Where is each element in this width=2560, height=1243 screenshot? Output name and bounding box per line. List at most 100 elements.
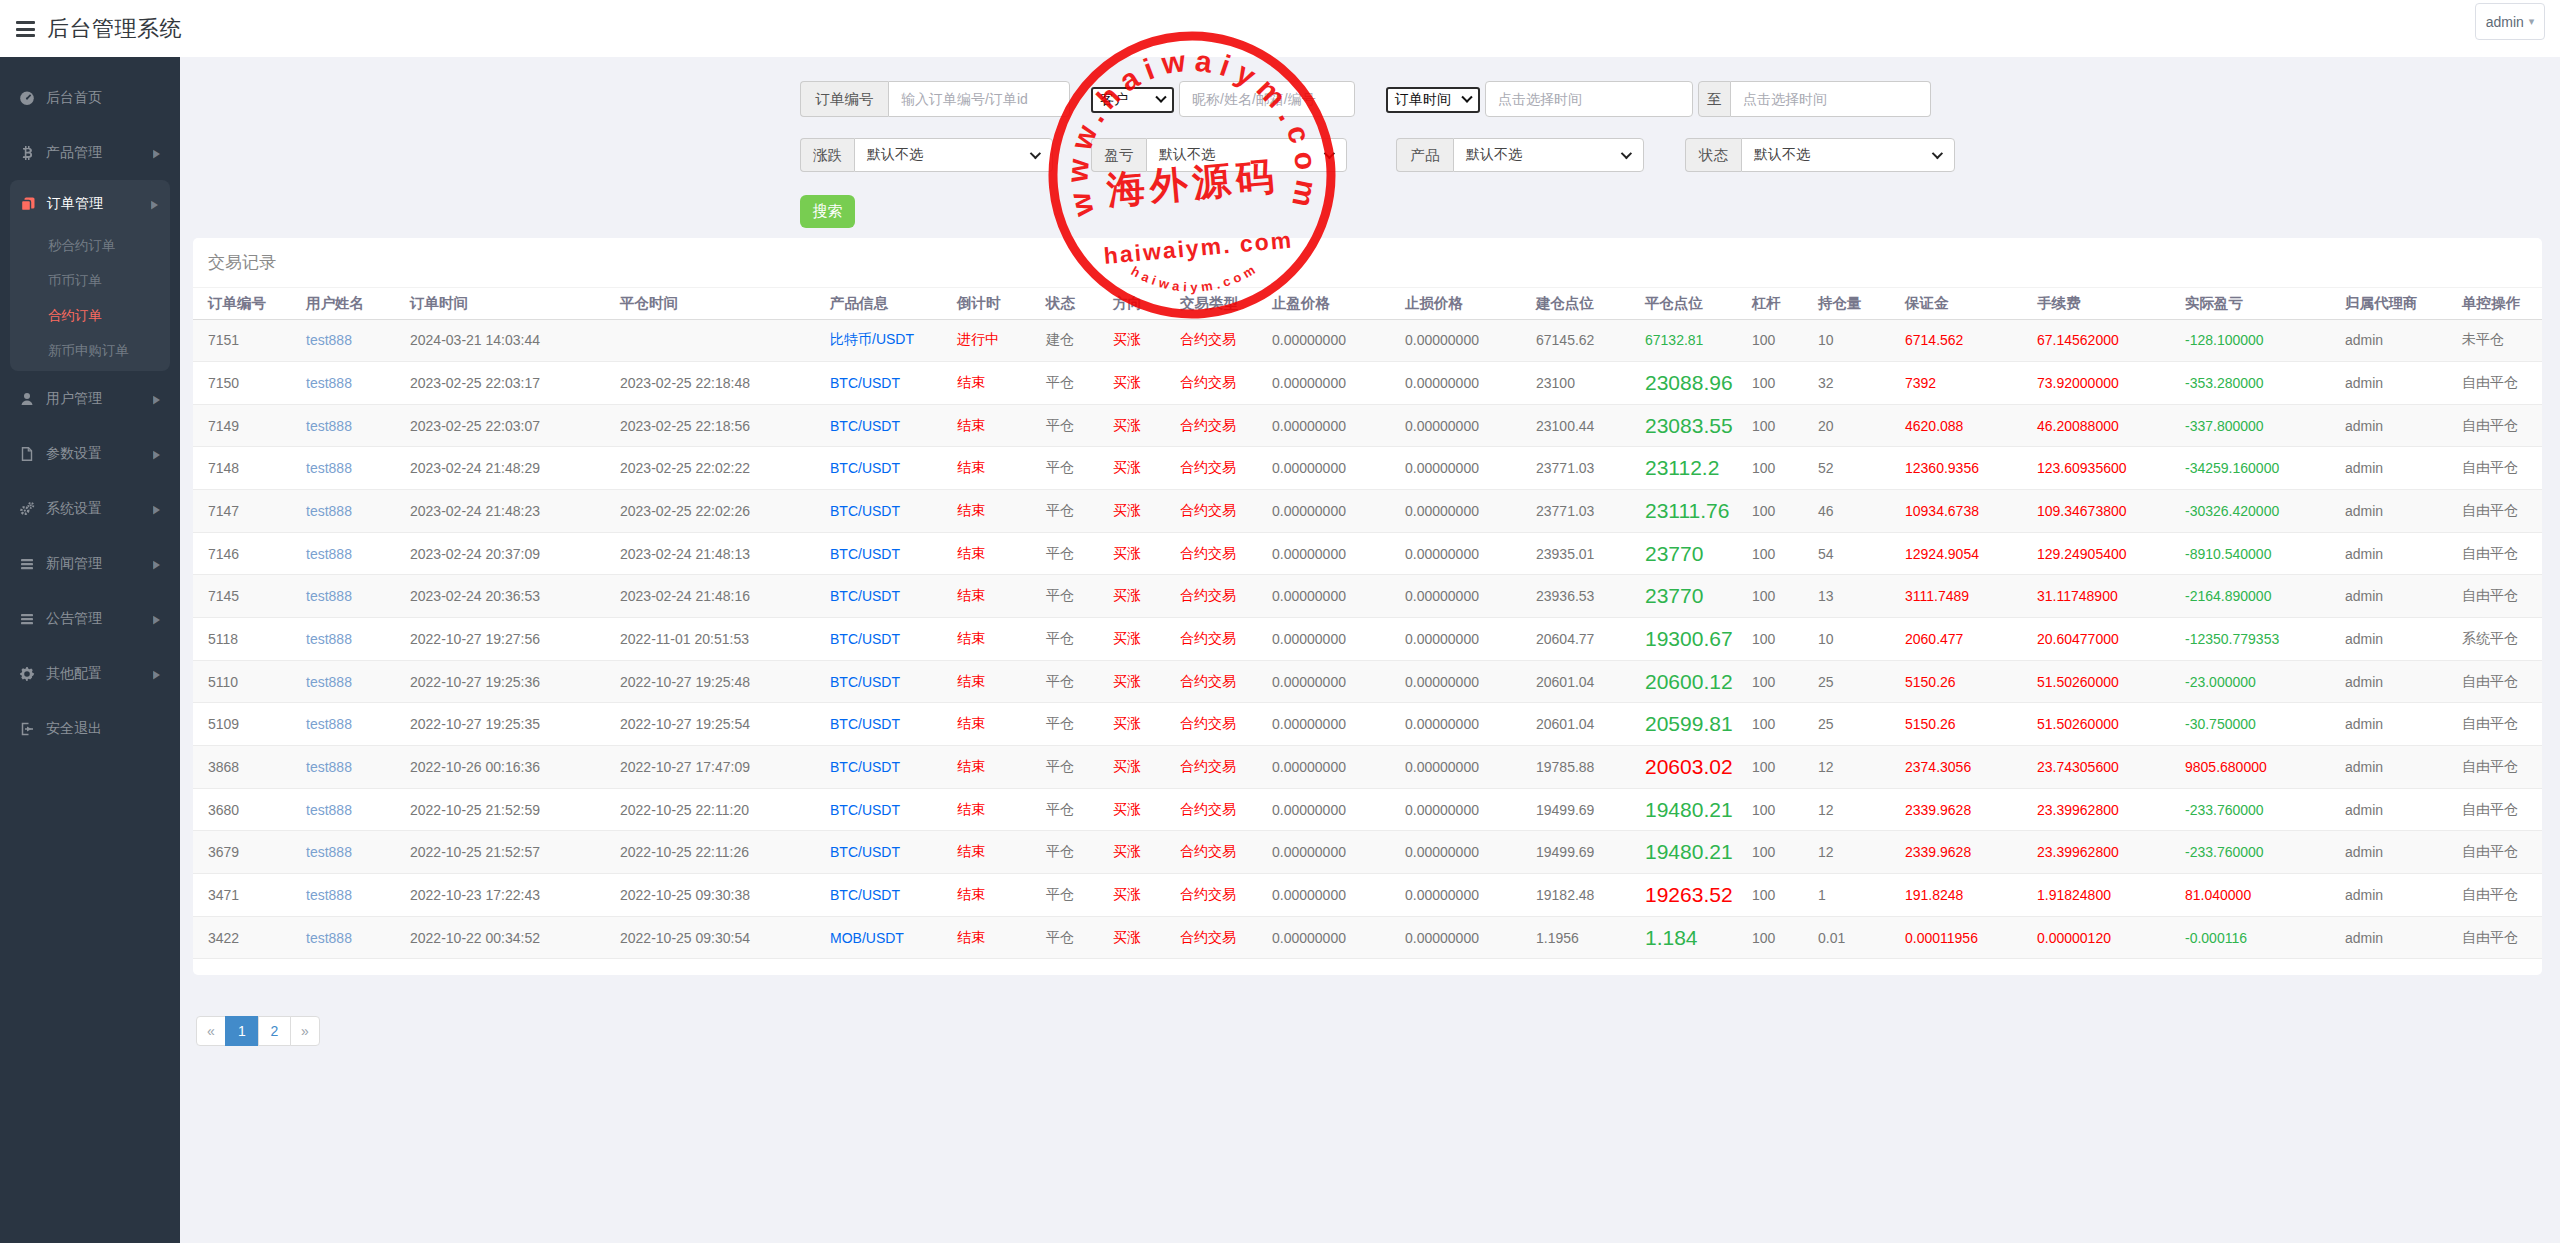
cell-product[interactable]: BTC/USDT — [815, 618, 942, 661]
cell-product[interactable]: MOB/USDT — [815, 916, 942, 959]
cell-user[interactable]: test888 — [291, 874, 395, 917]
cell-product[interactable]: BTC/USDT — [815, 447, 942, 490]
cell-user[interactable]: test888 — [291, 788, 395, 831]
cell-fee: 51.50260000 — [2022, 660, 2170, 703]
page-2[interactable]: 2 — [258, 1016, 291, 1046]
cell-fee: 23.74305600 — [2022, 746, 2170, 789]
cell-sl: 0.00000000 — [1390, 447, 1521, 490]
cell-open: 23100 — [1521, 362, 1630, 405]
customer-select[interactable]: 客户 ▼ — [1091, 87, 1174, 113]
customer-keyword-input[interactable] — [1179, 81, 1355, 117]
page-prev[interactable]: « — [196, 1016, 226, 1046]
cell-user[interactable]: test888 — [291, 362, 395, 405]
cell-id: 3868 — [193, 746, 291, 789]
column-header: 方向 — [1098, 288, 1165, 319]
hamburger-icon[interactable] — [16, 21, 35, 37]
cell-tp: 0.00000000 — [1257, 532, 1390, 575]
sidebar-item[interactable]: 安全退出 — [0, 701, 180, 756]
cell-product[interactable]: BTC/USDT — [815, 362, 942, 405]
time-from-input[interactable] — [1485, 81, 1693, 117]
cell-countdown: 结束 — [942, 788, 1031, 831]
cell-user[interactable]: test888 — [291, 916, 395, 959]
updown-select[interactable]: 默认不选 — [854, 138, 1053, 172]
cell-fee: 51.50260000 — [2022, 703, 2170, 746]
cell-time: 2022-10-27 19:27:56 — [395, 618, 605, 661]
page-next[interactable]: » — [290, 1016, 320, 1046]
sidebar-item[interactable]: 系统设置▶ — [0, 481, 180, 536]
cell-user[interactable]: test888 — [291, 447, 395, 490]
logout-icon — [19, 721, 35, 737]
status-select[interactable]: 默认不选 — [1741, 138, 1955, 172]
time-type-select-value: 订单时间 — [1395, 91, 1451, 109]
cell-type: 合约交易 — [1165, 660, 1257, 703]
cell-user[interactable]: test888 — [291, 831, 395, 874]
cell-product[interactable]: BTC/USDT — [815, 490, 942, 533]
select-arrow-icon: ▼ — [1461, 92, 1472, 103]
cell-pnl: -2164.890000 — [2170, 575, 2330, 618]
cell-user[interactable]: test888 — [291, 746, 395, 789]
cell-type: 合约交易 — [1165, 404, 1257, 447]
filter-updown: 涨跌 默认不选 — [800, 138, 1053, 172]
cell-user[interactable]: test888 — [291, 618, 395, 661]
sidebar-subitem[interactable]: 新币申购订单 — [10, 333, 170, 368]
cell-pos: 52 — [1803, 447, 1890, 490]
page-1[interactable]: 1 — [225, 1016, 259, 1046]
cell-product[interactable]: BTC/USDT — [815, 575, 942, 618]
cell-product[interactable]: BTC/USDT — [815, 874, 942, 917]
cell-sl: 0.00000000 — [1390, 831, 1521, 874]
sidebar-subitem[interactable]: 币币订单 — [10, 263, 170, 298]
sidebar-item[interactable]: 用户管理▶ — [0, 371, 180, 426]
time-type-select[interactable]: 订单时间 ▼ — [1386, 87, 1480, 113]
cell-id: 7151 — [193, 319, 291, 362]
cell-close_time: 2022-10-25 22:11:20 — [605, 788, 815, 831]
cell-user[interactable]: test888 — [291, 490, 395, 533]
admin-menu-button[interactable]: admin ▾ — [2475, 3, 2545, 40]
cell-time: 2022-10-27 19:25:36 — [395, 660, 605, 703]
sidebar-item[interactable]: 新闻管理▶ — [0, 536, 180, 591]
cell-sl: 0.00000000 — [1390, 874, 1521, 917]
sidebar-item[interactable]: 参数设置▶ — [0, 426, 180, 481]
profit-select[interactable]: 默认不选 — [1146, 138, 1347, 172]
cell-user[interactable]: test888 — [291, 404, 395, 447]
cell-tp: 0.00000000 — [1257, 660, 1390, 703]
search-button[interactable]: 搜索 — [800, 195, 855, 228]
sidebar-item[interactable]: 其他配置▶ — [0, 646, 180, 701]
cell-user[interactable]: test888 — [291, 575, 395, 618]
cell-pos: 12 — [1803, 788, 1890, 831]
cell-user[interactable]: test888 — [291, 660, 395, 703]
filter-order-no-label: 订单编号 — [800, 81, 888, 117]
cell-close: 23088.96 — [1630, 362, 1737, 405]
cell-product[interactable]: BTC/USDT — [815, 660, 942, 703]
cell-product[interactable]: BTC/USDT — [815, 703, 942, 746]
sidebar-item[interactable]: 产品管理▶ — [0, 125, 180, 180]
cell-state: 平仓 — [1031, 874, 1098, 917]
cell-user[interactable]: test888 — [291, 532, 395, 575]
cell-user[interactable]: test888 — [291, 703, 395, 746]
sidebar-subitem[interactable]: 秒合约订单 — [10, 228, 170, 263]
sidebar-item[interactable]: 后台首页 — [0, 70, 180, 125]
time-to-input[interactable] — [1731, 81, 1931, 117]
cell-product[interactable]: BTC/USDT — [815, 532, 942, 575]
cell-product[interactable]: 比特币/USDT — [815, 319, 942, 362]
cell-product[interactable]: BTC/USDT — [815, 404, 942, 447]
sidebar-item[interactable]: 公告管理▶ — [0, 591, 180, 646]
cell-product[interactable]: BTC/USDT — [815, 831, 942, 874]
cell-time: 2023-02-24 21:48:29 — [395, 447, 605, 490]
product-select[interactable]: 默认不选 — [1453, 138, 1644, 172]
cell-product[interactable]: BTC/USDT — [815, 788, 942, 831]
table-row: 3471test8882022-10-23 17:22:432022-10-25… — [193, 874, 2542, 917]
sidebar-subitem[interactable]: 合约订单 — [10, 298, 170, 333]
table-row: 7148test8882023-02-24 21:48:292023-02-25… — [193, 447, 2542, 490]
table-row: 3680test8882022-10-25 21:52:592022-10-25… — [193, 788, 2542, 831]
cell-margin: 5150.26 — [1890, 703, 2022, 746]
cell-pos: 54 — [1803, 532, 1890, 575]
cell-dir: 买涨 — [1098, 788, 1165, 831]
cell-pnl: -34259.160000 — [2170, 447, 2330, 490]
cell-user[interactable]: test888 — [291, 319, 395, 362]
sidebar-item-orders[interactable]: 订单管理▶ — [10, 180, 170, 228]
table-row: 7149test8882023-02-25 22:03:072023-02-25… — [193, 404, 2542, 447]
cell-open: 1.1956 — [1521, 916, 1630, 959]
order-no-input[interactable] — [888, 81, 1070, 117]
cell-close: 23111.76 — [1630, 490, 1737, 533]
cell-product[interactable]: BTC/USDT — [815, 746, 942, 789]
